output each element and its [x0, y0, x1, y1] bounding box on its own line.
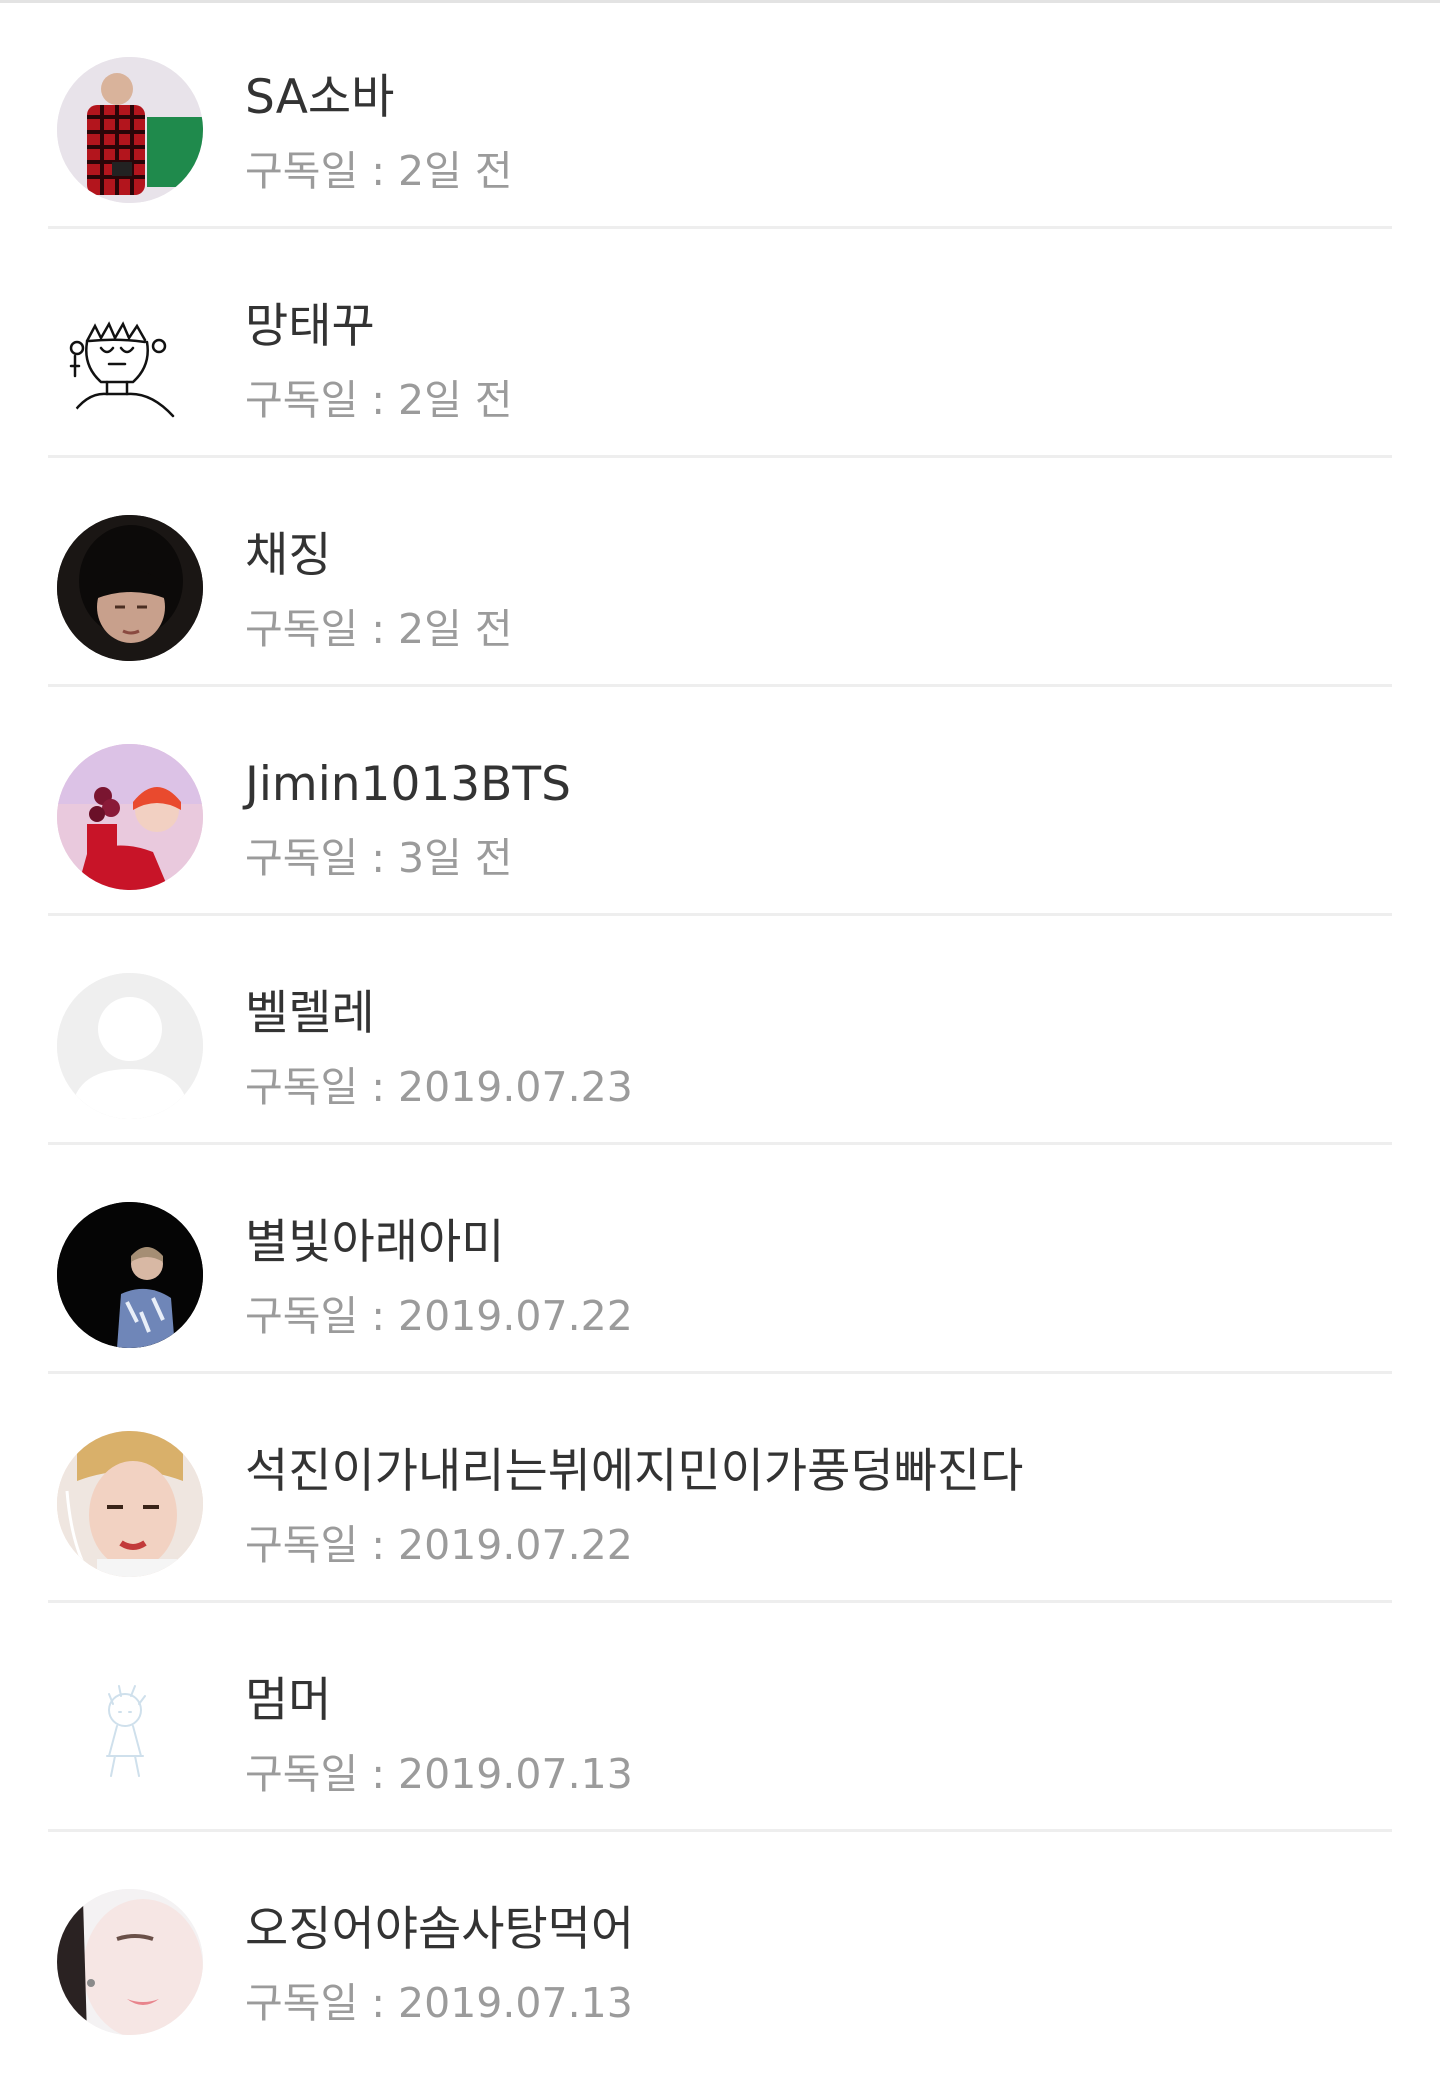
date-value: 2019.07.22: [398, 1521, 633, 1569]
subscriber-row[interactable]: 오징어야솜사탕먹어 구독일 : 2019.07.13: [0, 1832, 1440, 2061]
subscription-date: 구독일 : 2019.07.22: [245, 1520, 633, 1570]
subscriber-row[interactable]: 멈머 구독일 : 2019.07.13: [0, 1603, 1440, 1832]
avatar[interactable]: [57, 744, 203, 890]
subscriber-name[interactable]: 멈머: [245, 1673, 331, 1729]
date-value: 2일 전: [398, 147, 513, 195]
subscriber-row[interactable]: 채징 구독일 : 2일 전: [0, 458, 1440, 687]
subscriber-row[interactable]: 벨렐레 구독일 : 2019.07.23: [0, 916, 1440, 1145]
date-value: 2019.07.23: [398, 1063, 633, 1111]
subscriber-name[interactable]: 벨렐레: [245, 986, 375, 1042]
date-value: 2일 전: [398, 376, 513, 424]
subscriber-name[interactable]: 채징: [245, 528, 331, 584]
date-label: 구독일 :: [245, 834, 399, 882]
subscriber-row[interactable]: 별빛아래아미 구독일 : 2019.07.22: [0, 1145, 1440, 1374]
subscriber-row[interactable]: 망태꾸 구독일 : 2일 전: [0, 229, 1440, 458]
subscriber-row[interactable]: SA소바 구독일 : 2일 전: [0, 0, 1440, 229]
date-value: 2019.07.13: [398, 1979, 633, 2027]
avatar-sketch: [57, 1660, 203, 1806]
subscription-date: 구독일 : 2일 전: [245, 146, 513, 196]
avatar[interactable]: [57, 286, 203, 432]
subscription-date: 구독일 : 2019.07.13: [245, 1749, 633, 1799]
date-label: 구독일 :: [245, 1750, 399, 1798]
avatar[interactable]: [57, 1431, 203, 1577]
default-profile-icon: [57, 973, 203, 1119]
subscription-date: 구독일 : 2019.07.13: [245, 1978, 633, 2028]
date-label: 구독일 :: [245, 147, 399, 195]
subscription-date: 구독일 : 2019.07.22: [245, 1291, 633, 1341]
avatar-photo: [57, 1889, 203, 2035]
date-label: 구독일 :: [245, 1979, 399, 2027]
subscription-date: 구독일 : 2일 전: [245, 604, 513, 654]
subscription-date: 구독일 : 2019.07.23: [245, 1062, 633, 1112]
date-value: 2019.07.13: [398, 1750, 633, 1798]
avatar-photo: [57, 515, 203, 661]
avatar[interactable]: [57, 57, 203, 203]
subscriber-name[interactable]: 오징어야솜사탕먹어: [245, 1902, 634, 1958]
date-value: 2일 전: [398, 605, 513, 653]
date-label: 구독일 :: [245, 1063, 399, 1111]
avatar[interactable]: [57, 515, 203, 661]
date-label: 구독일 :: [245, 376, 399, 424]
subscription-date: 구독일 : 3일 전: [245, 833, 513, 883]
subscriber-name[interactable]: Jimin1013BTS: [245, 757, 571, 813]
avatar[interactable]: [57, 973, 203, 1119]
subscriber-row[interactable]: 석진이가내리는뷔에지민이가풍덩빠진다 구독일 : 2019.07.22: [0, 1374, 1440, 1603]
date-label: 구독일 :: [245, 1292, 399, 1340]
avatar-photo: [57, 57, 203, 203]
subscriber-name[interactable]: 석진이가내리는뷔에지민이가풍덩빠진다: [245, 1444, 1023, 1500]
subscriber-list: SA소바 구독일 : 2일 전 망태꾸 구독일: 2일 전 채징 구독일: …: [0, 0, 1440, 2061]
subscriber-name[interactable]: 별빛아래아미: [245, 1215, 504, 1271]
date-value: 2019.07.22: [398, 1292, 633, 1340]
subscription-date: 구독일 : 2일 전: [245, 375, 513, 425]
avatar-photo: [57, 1202, 203, 1348]
avatar-photo: [57, 1431, 203, 1577]
date-value: 3일 전: [398, 834, 513, 882]
subscriber-name[interactable]: SA소바: [245, 70, 394, 126]
avatar-sketch: [57, 286, 203, 432]
subscriber-name[interactable]: 망태꾸: [245, 299, 375, 355]
avatar[interactable]: [57, 1660, 203, 1806]
avatar-photo: [57, 744, 203, 890]
date-label: 구독일 :: [245, 1521, 399, 1569]
date-label: 구독일 :: [245, 605, 399, 653]
avatar[interactable]: [57, 1889, 203, 2035]
subscriber-row[interactable]: Jimin1013BTS 구독일 : 3일 전: [0, 687, 1440, 916]
avatar[interactable]: [57, 1202, 203, 1348]
